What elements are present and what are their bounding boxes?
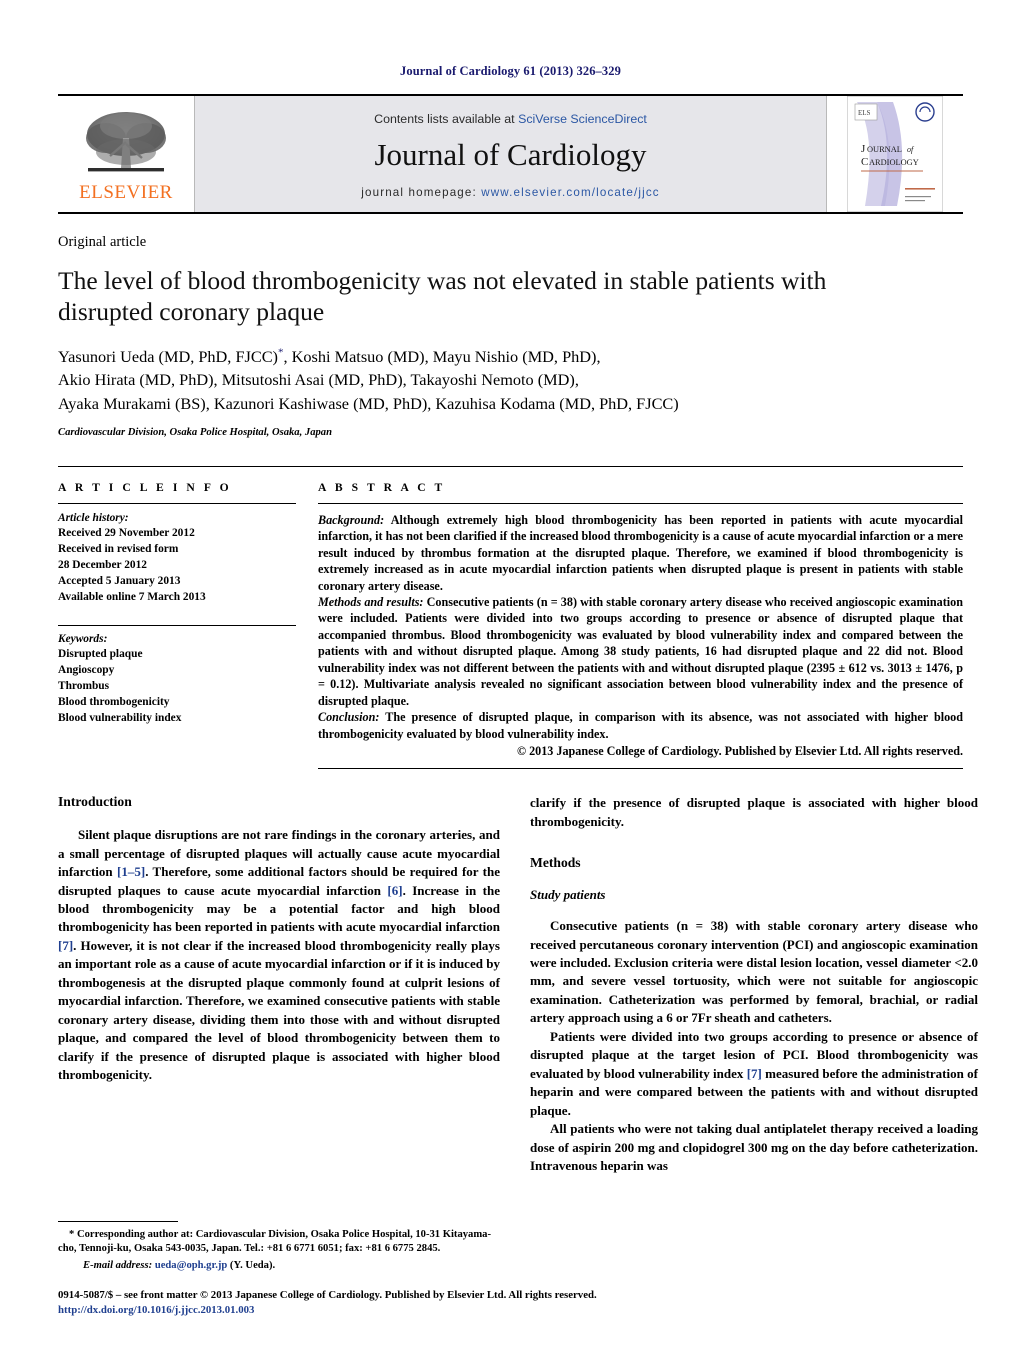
journal-cover-block: ELS J OURNAL of C ARDIOLOGY (826, 96, 963, 212)
history-item: 28 December 2012 (58, 559, 147, 572)
keyword-item: Thrombus (58, 679, 110, 692)
history-item: Accepted 5 January 2013 (58, 575, 181, 588)
keyword-item: Blood thrombogenicity (58, 696, 170, 709)
article-info-heading: A R T I C L E I N F O (58, 480, 232, 494)
publisher-logo-block: ELSEVIER (58, 96, 195, 212)
citation-6[interactable]: [6] (387, 883, 402, 898)
running-head: Journal of Cardiology 61 (2013) 326–329 (400, 64, 621, 78)
email-label: E-mail address: (83, 1259, 153, 1271)
body-column-right: clarify if the presence of disrupted pla… (530, 794, 978, 1175)
author-line-2: Akio Hirata (MD, PhD), Mitsutoshi Asai (… (58, 370, 579, 390)
info-abstract-section: A R T I C L E I N F O Article history: R… (58, 465, 963, 770)
article-history-label: Article history: (58, 511, 129, 524)
svg-text:C: C (861, 156, 868, 168)
issn-copyright-line: 0914-5087/$ – see front matter © 2013 Ja… (58, 1288, 597, 1301)
svg-text:ARDIOLOGY: ARDIOLOGY (869, 158, 919, 167)
intro-paragraph: Silent plaque disruptions are not rare f… (58, 826, 500, 1084)
email-link[interactable]: ueda@oph.gr.jp (155, 1260, 227, 1271)
abstract-background: Background: Although extremely high bloo… (318, 512, 963, 594)
footnote-corresponding: * Corresponding author at: Cardiovascula… (58, 1228, 500, 1257)
author-line-3: Ayaka Murakami (BS), Kazunori Kashiwase … (58, 393, 679, 413)
body-column-left: Introduction Silent plaque disruptions a… (58, 794, 500, 1175)
intro-text-d: . However, it is not clear if the increa… (58, 937, 500, 1083)
section-heading-introduction: Introduction (58, 794, 132, 810)
footnote-corresponding-text: Corresponding author at: Cardiovascular … (58, 1228, 492, 1255)
article-type-label: Original article (58, 234, 147, 250)
page-footer: 0914-5087/$ – see front matter © 2013 Ja… (58, 1288, 963, 1319)
footnote-rule (58, 1220, 178, 1222)
keywords-block: Keywords: Disrupted plaque Angioscopy Th… (58, 624, 296, 727)
keywords-rule (58, 624, 296, 626)
elsevier-tree-icon (86, 112, 166, 172)
abstract-conclusion-text: The presence of disrupted plaque, in com… (318, 710, 963, 741)
elsevier-wordmark: ELSEVIER (79, 182, 173, 203)
intro-continuation: clarify if the presence of disrupted pla… (530, 795, 978, 829)
svg-text:OURNAL: OURNAL (867, 145, 902, 154)
abstract-background-label: Background: (318, 512, 385, 527)
journal-masthead: ELSEVIER Contents lists available at Sci… (58, 94, 963, 214)
citation-7[interactable]: [7] (58, 938, 73, 953)
affiliation: Cardiovascular Division, Osaka Police Ho… (58, 426, 332, 438)
homepage-prefix: journal homepage: (361, 185, 482, 199)
article-info-rule (58, 502, 296, 504)
history-item: Received in revised form (58, 542, 179, 555)
citation-7-methods[interactable]: [7] (747, 1066, 762, 1081)
methods-paragraph-3: All patients who were not taking dual an… (530, 1121, 978, 1173)
abstract-heading: A B S T R A C T (318, 480, 446, 494)
sciencedirect-link[interactable]: SciVerse ScienceDirect (518, 112, 647, 126)
abstract-bottom-rule (318, 768, 963, 770)
page-title: The level of blood thrombogenicity was n… (58, 266, 827, 327)
homepage-link[interactable]: www.elsevier.com/locate/jjcc (481, 186, 659, 199)
author-list: Yasunori Ueda (MD, PhD, FJCC)*, Koshi Ma… (58, 345, 963, 414)
abstract-column: A B S T R A C T Background: Although ext… (318, 481, 963, 770)
contents-prefix: Contents lists available at (374, 111, 519, 126)
citation-1-5[interactable]: [1–5] (117, 864, 145, 879)
abstract-background-text: Although extremely high blood thrombogen… (318, 512, 963, 593)
author-line-1-rest: , Koshi Matsuo (MD), Mayu Nishio (MD, Ph… (283, 347, 601, 367)
abstract-rule (318, 502, 963, 504)
corresponding-author-footnote: * Corresponding author at: Cardiovascula… (58, 1220, 500, 1274)
journal-cover-thumbnail-icon: ELS J OURNAL of C ARDIOLOGY (847, 96, 943, 212)
masthead-center: Contents lists available at SciVerse Sci… (195, 96, 826, 212)
doi-link[interactable]: http://dx.doi.org/10.1016/j.jjcc.2013.01… (58, 1303, 963, 1319)
email-suffix: (Y. Ueda). (227, 1259, 276, 1271)
svg-text:ELS: ELS (858, 109, 871, 117)
article-info-column: A R T I C L E I N F O Article history: R… (58, 481, 296, 770)
abstract-conclusion: Conclusion: The presence of disrupted pl… (318, 709, 963, 742)
keyword-item: Blood vulnerability index (58, 712, 182, 725)
methods-paragraph-1: Consecutive patients (n = 38) with stabl… (530, 918, 978, 1026)
journal-homepage-line: journal homepage: www.elsevier.com/locat… (361, 186, 659, 199)
keywords-label: Keywords: (58, 632, 108, 645)
contents-available-line: Contents lists available at SciVerse Sci… (374, 112, 647, 126)
keyword-item: Angioscopy (58, 663, 115, 676)
subsection-heading-study-patients: Study patients (530, 887, 606, 903)
methods-paragraph-2: Patients were divided into two groups ac… (530, 1028, 978, 1120)
author-line-1: Yasunori Ueda (MD, PhD, FJCC) (58, 347, 278, 367)
abstract-conclusion-label: Conclusion: (318, 710, 380, 725)
journal-title: Journal of Cardiology (374, 136, 647, 172)
history-item: Received 29 November 2012 (58, 526, 195, 539)
keyword-item: Disrupted plaque (58, 647, 143, 660)
abstract-methods-results: Methods and results: Consecutive patient… (318, 594, 963, 709)
section-heading-methods: Methods (530, 855, 581, 871)
footnote-email-line: E-mail address: ueda@oph.gr.jp (Y. Ueda)… (58, 1259, 500, 1274)
article-page: Journal of Cardiology 61 (2013) 326–329 (0, 0, 1021, 1351)
svg-text:J: J (861, 143, 866, 155)
history-item: Available online 7 March 2013 (58, 591, 206, 604)
body-columns: Introduction Silent plaque disruptions a… (58, 794, 978, 1175)
abstract-copyright: © 2013 Japanese College of Cardiology. P… (516, 744, 963, 759)
abstract-methods-text: Consecutive patients (n = 38) with stabl… (318, 594, 963, 708)
abstract-methods-label: Methods and results: (318, 594, 424, 609)
